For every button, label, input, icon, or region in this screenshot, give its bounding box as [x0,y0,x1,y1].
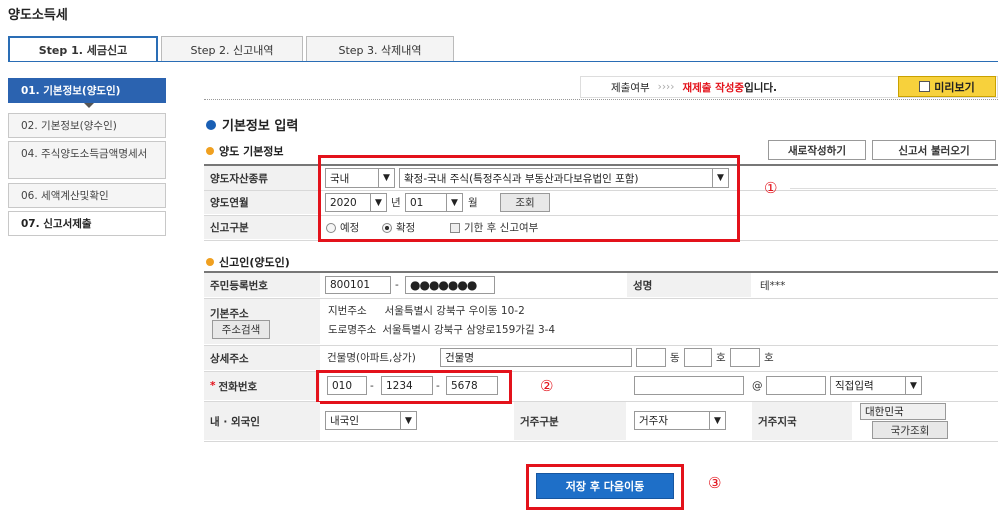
section-title: 기본정보 입력 [206,115,298,134]
row-divider [204,441,998,442]
table-top-border [204,271,998,273]
email-id-input[interactable] [634,376,744,395]
annotation-2: ② [540,377,554,395]
transfer-info-title: 양도 기본정보 [206,143,284,159]
row-divider [790,188,996,189]
annotation-3: ③ [708,474,722,492]
required-mark: * [210,380,216,392]
lot-address-label: 지번주소 [328,305,367,317]
status-highlight: 재제출 작성중 [682,81,745,94]
bullet-icon [206,147,214,155]
reporter-title-text: 신고인(양도인) [219,256,290,269]
dong-unit: 동 [670,352,680,364]
ho-unit-2: 호 [764,352,774,364]
email-domain-select[interactable]: 직접입력 ▼ [830,376,922,395]
annotation-1: ① [764,179,778,197]
lot-address: 지번주소 서울특별시 강북구 우이동 10-2 [328,303,525,318]
preview-label: 미리보기 [934,80,975,94]
transfer-date-label: 양도연월 [204,191,320,214]
sidebar-pointer-icon [84,103,94,108]
sidebar-item-transferor[interactable]: 01. 기본정보(양도인) [8,78,166,103]
transfer-info-title-text: 양도 기본정보 [219,145,284,158]
new-report-button[interactable]: 새로작성하기 [768,140,866,160]
country-lookup-button[interactable]: 국가조회 [872,421,948,439]
rrn-label: 주민등록번호 [204,273,320,297]
annotation-box-2 [316,370,512,404]
lot-address-value: 서울특별시 강북구 우이동 10-2 [384,305,525,317]
nationality-value: 내국인 [330,415,359,427]
sidebar-item-stock-statement[interactable]: 04. 주식양도소득금액명세서 [8,141,166,179]
bullet-icon [206,258,214,266]
ho-input[interactable] [730,348,760,367]
bullet-icon [206,119,216,130]
tab-step3[interactable]: Step 3. 삭제내역 [306,36,454,62]
save-next-button[interactable]: 저장 후 다음이동 [536,473,674,499]
chevron-down-icon: ▼ [400,412,416,429]
name-value: 테*** [760,279,786,292]
detail-address-label: 상세주소 [204,346,320,370]
road-address-value: 서울특별시 강북구 삼양로159가길 3-4 [382,324,556,336]
road-address: 도로명주소 서울특별시 강북구 삼양로159가길 3-4 [328,322,555,337]
row-divider [204,345,998,346]
building-label: 건물명(아파트,상가) [327,352,416,364]
load-report-button[interactable]: 신고서 불러오기 [872,140,996,160]
name-label: 성명 [627,273,751,297]
email-domain-input[interactable] [766,376,826,395]
dong-number-input[interactable] [684,348,712,367]
nationality-select[interactable]: 내국인 ▼ [325,411,417,430]
email-at: @ [752,379,763,392]
preview-button[interactable]: 미리보기 [898,76,996,97]
document-icon [919,81,931,92]
residency-value: 거주자 [639,415,668,427]
rrn-back-input[interactable]: ●●●●●●● [405,276,495,294]
residency-label: 거주구분 [514,402,626,440]
chevron-down-icon: ▼ [709,412,725,429]
country-input[interactable]: 대한민국 [860,403,946,420]
rrn-separator: - [395,279,399,291]
sidebar-item-tax-calc[interactable]: 06. 세액계산및확인 [8,183,166,208]
sidebar-item-transferee[interactable]: 02. 기본정보(양수인) [8,113,166,138]
tab-divider [8,61,998,62]
address-search-button[interactable]: 주소검색 [212,320,270,339]
annotation-box-1 [318,155,740,242]
row-divider [204,298,998,299]
tab-step2[interactable]: Step 2. 신고내역 [161,36,303,62]
asset-type-label: 양도자산종류 [204,166,320,190]
tab-step1[interactable]: Step 1. 세금신고 [8,36,158,62]
building-input[interactable]: 건물명 [440,348,632,367]
status-suffix: 입니다. [744,81,778,94]
chevron-down-icon: ▼ [905,377,921,394]
divider [204,99,998,100]
residency-select[interactable]: 거주자 ▼ [634,411,726,430]
phone-label-text: 전화번호 [218,380,258,393]
rrn-front-input[interactable]: 800101 [325,276,391,294]
email-domain-select-value: 직접입력 [835,380,874,392]
reporter-title: 신고인(양도인) [206,254,290,270]
phone-label: * 전화번호 [204,372,320,400]
status-prefix: 제출여부 [611,81,650,94]
status-arrows: ›››› [657,81,675,93]
sidebar-item-submit[interactable]: 07. 신고서제출 [8,211,166,236]
page-title: 양도소득세 [8,8,68,23]
dong-input[interactable] [636,348,666,367]
nationality-label: 내 · 외국인 [204,402,320,440]
section-title-text: 기본정보 입력 [222,119,299,134]
report-type-label: 신고구분 [204,216,320,239]
country-label: 거주지국 [752,402,852,440]
ho-unit: 호 [716,352,726,364]
road-address-label: 도로명주소 [328,324,377,336]
